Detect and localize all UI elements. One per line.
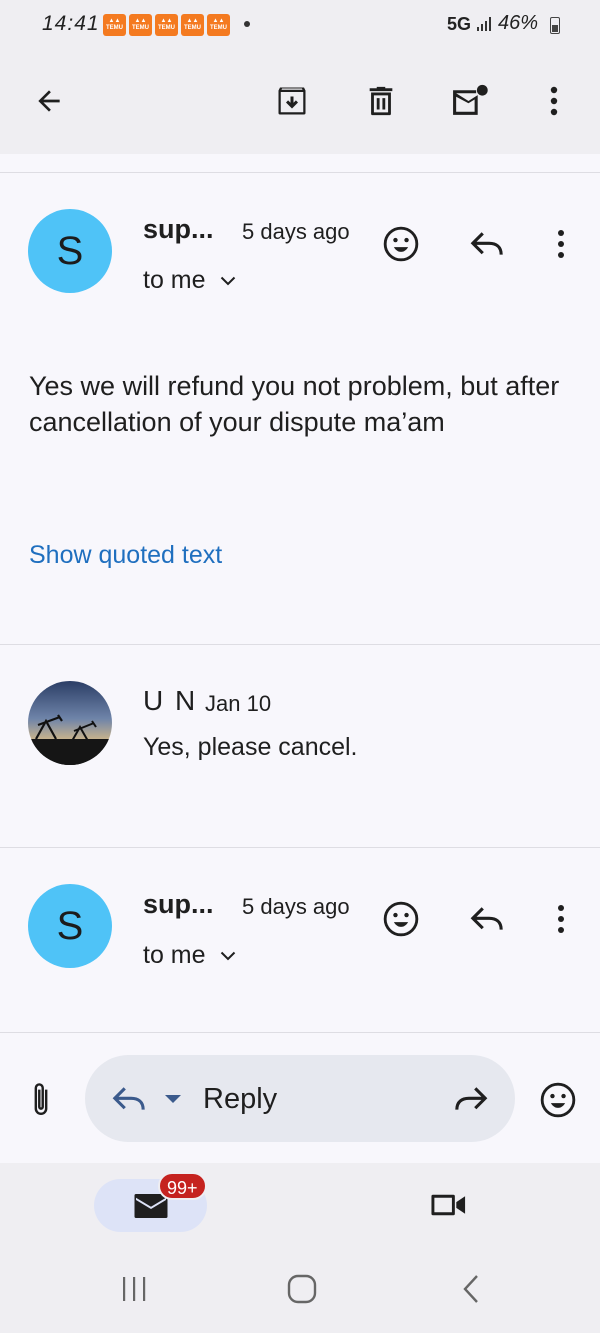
- message-time: Jan 10: [205, 691, 272, 716]
- forward-button[interactable]: [447, 1075, 495, 1123]
- divider: [0, 847, 600, 848]
- back-arrow-icon: [38, 90, 60, 112]
- home-icon: [287, 1274, 317, 1304]
- more-vert-icon: [550, 86, 558, 116]
- reply-composer[interactable]: Reply: [85, 1055, 515, 1142]
- react-emoji-button[interactable]: [377, 220, 425, 268]
- status-bar: 14:41 ▲▲ TEMU ▲▲ TEMU ▲▲ TEMU ▲▲ TEMU ▲▲ TEMU…: [0, 0, 600, 50]
- show-quoted-text-link[interactable]: Show quoted text: [29, 541, 222, 570]
- message-body: Yes we will refund you not problem, but …: [29, 371, 560, 437]
- reply-mode-dropdown[interactable]: [149, 1075, 197, 1123]
- home-button[interactable]: [278, 1265, 326, 1313]
- more-options-button[interactable]: [529, 76, 579, 126]
- attach-button[interactable]: [17, 1076, 65, 1124]
- divider: [0, 172, 600, 173]
- sender-avatar[interactable]: S: [28, 884, 112, 968]
- emoji-icon: [383, 901, 419, 937]
- sender-name[interactable]: sup...: [143, 889, 214, 920]
- react-emoji-button[interactable]: [377, 895, 425, 943]
- message-time: 5 days ago: [242, 219, 350, 244]
- unread-count-badge: 99+: [158, 1172, 207, 1200]
- sender-avatar[interactable]: S: [28, 209, 112, 293]
- recent-apps-icon: [123, 1277, 146, 1301]
- battery-percent: 46%: [498, 12, 539, 34]
- delete-button[interactable]: [356, 76, 406, 126]
- divider: [0, 644, 600, 645]
- temu-app-icon: ▲▲ TEMU: [103, 14, 126, 36]
- sender-name[interactable]: sup...: [143, 214, 214, 245]
- notification-icons: ▲▲ TEMU ▲▲ TEMU ▲▲ TEMU ▲▲ TEMU ▲▲ TEMU: [103, 14, 230, 36]
- nav-meet-tab[interactable]: [425, 1181, 473, 1229]
- battery-icon: [550, 17, 560, 34]
- emoji-icon: [540, 1082, 576, 1118]
- mark-unread-button[interactable]: [445, 76, 495, 126]
- message-more-button[interactable]: [537, 895, 585, 943]
- temu-app-icon: ▲▲ TEMU: [207, 14, 230, 36]
- recipient-details-toggle[interactable]: to me: [143, 941, 236, 970]
- temu-app-icon: ▲▲ TEMU: [181, 14, 204, 36]
- message-time: 5 days ago: [242, 894, 350, 919]
- message-more-button[interactable]: [537, 220, 585, 268]
- network-type: 5G: [447, 14, 472, 34]
- recipient-details-toggle[interactable]: to me: [143, 266, 236, 295]
- more-vert-icon: [558, 230, 564, 258]
- reply-icon: [470, 232, 503, 255]
- message-snippet: Yes, please cancel.: [143, 733, 358, 761]
- emoji-icon: [383, 226, 419, 262]
- signal-icon: [477, 17, 491, 31]
- recent-apps-button[interactable]: [110, 1265, 158, 1313]
- video-camera-icon: [431, 1194, 466, 1216]
- react-emoji-button[interactable]: [534, 1076, 582, 1124]
- chevron-down-icon: [220, 951, 235, 960]
- reply-icon: [470, 907, 503, 930]
- temu-app-icon: ▲▲ TEMU: [129, 14, 152, 36]
- recipient-label: to me: [143, 941, 206, 969]
- delete-icon: [369, 86, 393, 116]
- archive-button[interactable]: [267, 76, 317, 126]
- system-back-button[interactable]: [447, 1265, 495, 1313]
- bottom-navigation: 99+: [0, 1163, 600, 1248]
- more-vert-icon: [558, 905, 564, 933]
- chevron-left-icon: [463, 1275, 478, 1303]
- avatar-letter: S: [56, 903, 84, 948]
- more-notifications-dot: [244, 21, 250, 27]
- temu-app-icon: ▲▲ TEMU: [155, 14, 178, 36]
- reply-icon: [112, 1087, 145, 1110]
- back-button[interactable]: [24, 76, 74, 126]
- chevron-down-icon: [220, 276, 235, 285]
- avatar-letter: S: [56, 228, 84, 273]
- sender-avatar-photo[interactable]: [28, 681, 112, 765]
- caret-down-icon: [165, 1095, 181, 1103]
- reply-bar: Reply: [0, 1033, 600, 1163]
- recipient-label: to me: [143, 266, 206, 294]
- reply-button[interactable]: [463, 220, 511, 268]
- mark-unread-icon: [453, 84, 488, 115]
- archive-icon: [278, 87, 306, 115]
- forward-icon: [455, 1087, 488, 1110]
- status-time: 14:41: [42, 12, 100, 35]
- reply-label: Reply: [203, 1083, 278, 1115]
- top-toolbar: [0, 50, 600, 154]
- system-navigation: [0, 1248, 600, 1333]
- reply-button[interactable]: [463, 895, 511, 943]
- attachment-icon: [34, 1083, 48, 1115]
- oil-pumpjack-photo: [28, 714, 112, 765]
- sender-name: U N: [143, 685, 198, 716]
- reply-mode-button[interactable]: [105, 1075, 153, 1123]
